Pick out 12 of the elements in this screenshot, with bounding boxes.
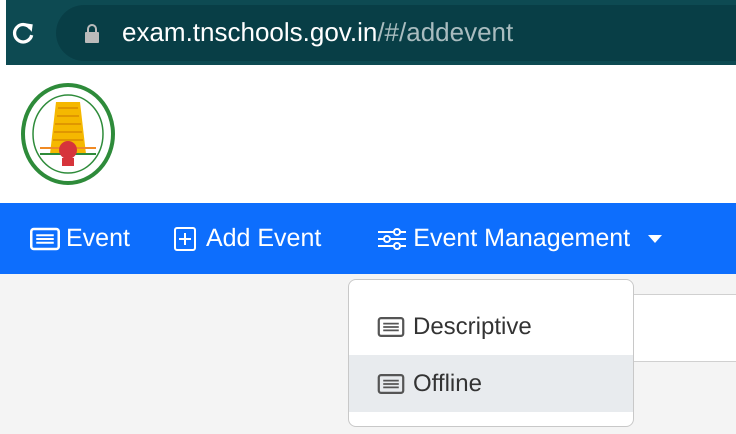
address-bar[interactable]: exam.tnschools.gov.in/#/addevent	[56, 4, 736, 60]
list-icon	[377, 316, 405, 336]
list-icon	[377, 374, 405, 394]
menu-item[interactable]: Offline	[349, 355, 633, 412]
url-text: exam.tnschools.gov.in/#/addevent	[122, 17, 514, 48]
list-icon	[30, 226, 60, 250]
lock-icon	[84, 22, 100, 42]
nav-link[interactable]: Event Management	[377, 224, 662, 253]
nav-link[interactable]: Add Event	[170, 224, 322, 253]
nav-link[interactable]: Event	[30, 224, 130, 253]
sliders-icon	[377, 226, 408, 250]
menu-item[interactable]: Descriptive	[349, 298, 633, 355]
